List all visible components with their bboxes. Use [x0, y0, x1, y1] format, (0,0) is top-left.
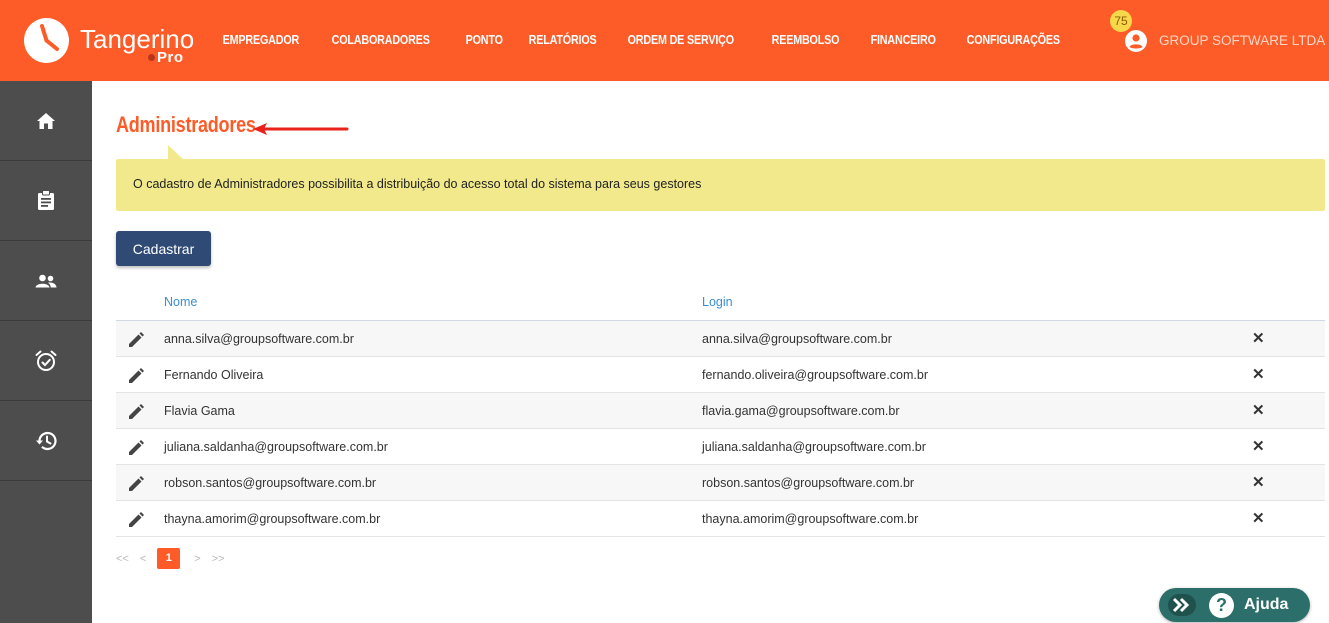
table-row: Fernando Oliveira fernando.oliveira@grou… [116, 357, 1325, 393]
pagination: << < 1 > >> [116, 548, 236, 569]
cell-login: robson.santos@groupsoftware.com.br [702, 476, 915, 490]
table-row: anna.silva@groupsoftware.com.br anna.sil… [116, 321, 1325, 357]
brand-edition: Pro [148, 49, 184, 66]
sidebar-item-alarm[interactable] [0, 321, 92, 401]
cell-login: fernando.oliveira@groupsoftware.com.br [702, 368, 928, 382]
question-icon: ? [1209, 593, 1234, 618]
sidebar-item-people[interactable] [0, 241, 92, 321]
page-first[interactable]: << [116, 553, 129, 565]
nav-ordem-de-servico[interactable]: ORDEM DE SERVIÇO [619, 33, 743, 47]
page-last[interactable]: >> [212, 553, 225, 565]
cell-login: juliana.saldanha@groupsoftware.com.br [702, 440, 926, 454]
nav-relatorios[interactable]: RELATÓRIOS [520, 33, 605, 47]
cell-name: anna.silva@groupsoftware.com.br [164, 332, 354, 346]
history-icon [36, 431, 57, 450]
sidebar-item-home[interactable] [0, 81, 92, 161]
alarm-check-icon [35, 350, 57, 371]
edit-pencil-icon[interactable] [127, 403, 145, 421]
cell-name: thayna.amorim@groupsoftware.com.br [164, 512, 381, 526]
info-message-box: O cadastro de Administradores possibilit… [116, 159, 1325, 211]
edit-pencil-icon[interactable] [127, 475, 145, 493]
clipboard-icon [38, 190, 54, 210]
register-button[interactable]: Cadastrar [116, 231, 211, 266]
table-row: thayna.amorim@groupsoftware.com.br thayn… [116, 501, 1325, 537]
table-row: robson.santos@groupsoftware.com.br robso… [116, 465, 1325, 501]
delete-icon[interactable]: ✕ [1252, 367, 1265, 382]
delete-icon[interactable]: ✕ [1252, 439, 1265, 454]
edit-pencil-icon[interactable] [127, 439, 145, 457]
table-row: Flavia Gama flavia.gama@groupsoftware.co… [116, 393, 1325, 429]
nav-configuracoes[interactable]: CONFIGURAÇÕES [958, 33, 1069, 47]
delete-icon[interactable]: ✕ [1252, 475, 1265, 490]
nav-reembolso[interactable]: REEMBOLSO [763, 33, 848, 47]
help-button[interactable]: ? Ajuda [1159, 588, 1310, 622]
brand-edition-label: Pro [157, 49, 184, 66]
home-icon [37, 112, 55, 129]
page-next[interactable]: > [194, 553, 200, 565]
cell-login: thayna.amorim@groupsoftware.com.br [702, 512, 919, 526]
nav-ponto[interactable]: PONTO [457, 33, 511, 47]
cell-login: flavia.gama@groupsoftware.com.br [702, 404, 900, 418]
cell-name: Flavia Gama [164, 404, 235, 418]
cell-name: robson.santos@groupsoftware.com.br [164, 476, 377, 490]
nav-colaboradores[interactable]: COLABORADORES [323, 33, 438, 47]
edit-pencil-icon[interactable] [127, 511, 145, 529]
help-label: Ajuda [1244, 596, 1289, 613]
cell-name: Fernando Oliveira [164, 368, 264, 382]
info-message-text: O cadastro de Administradores possibilit… [133, 177, 702, 191]
annotation-arrow [253, 123, 349, 135]
cell-name: juliana.saldanha@groupsoftware.com.br [164, 440, 388, 454]
info-box-pointer [168, 145, 184, 160]
top-navigation-bar: Tangerino Pro EMPREGADOR COLABORADORES P… [0, 0, 1329, 81]
edit-pencil-icon[interactable] [127, 367, 145, 385]
delete-icon[interactable]: ✕ [1252, 331, 1265, 346]
nav-financeiro[interactable]: FINANCEIRO [862, 33, 944, 47]
clock-logo-icon[interactable] [24, 18, 69, 63]
main-menu: EMPREGADOR COLABORADORES PONTO RELATÓRIO… [214, 33, 1086, 47]
user-account-icon[interactable] [1124, 29, 1148, 53]
people-icon [35, 274, 57, 287]
nav-empregador[interactable]: EMPREGADOR [214, 33, 308, 47]
page-current[interactable]: 1 [157, 548, 181, 569]
sidebar [0, 81, 92, 623]
company-name[interactable]: GROUP SOFTWARE LTDA [1159, 33, 1325, 48]
edit-pencil-icon[interactable] [127, 331, 145, 349]
table-row: juliana.saldanha@groupsoftware.com.br ju… [116, 429, 1325, 465]
delete-icon[interactable]: ✕ [1252, 403, 1265, 418]
column-header-login[interactable]: Login [702, 295, 733, 309]
sidebar-item-history[interactable] [0, 401, 92, 481]
delete-icon[interactable]: ✕ [1252, 511, 1265, 526]
column-header-name[interactable]: Nome [164, 295, 197, 309]
page-title: Administradores [116, 112, 256, 137]
page-previous[interactable]: < [140, 553, 146, 565]
sidebar-item-clipboard[interactable] [0, 161, 92, 241]
double-chevron-icon [1168, 594, 1196, 616]
cell-login: anna.silva@groupsoftware.com.br [702, 332, 892, 346]
